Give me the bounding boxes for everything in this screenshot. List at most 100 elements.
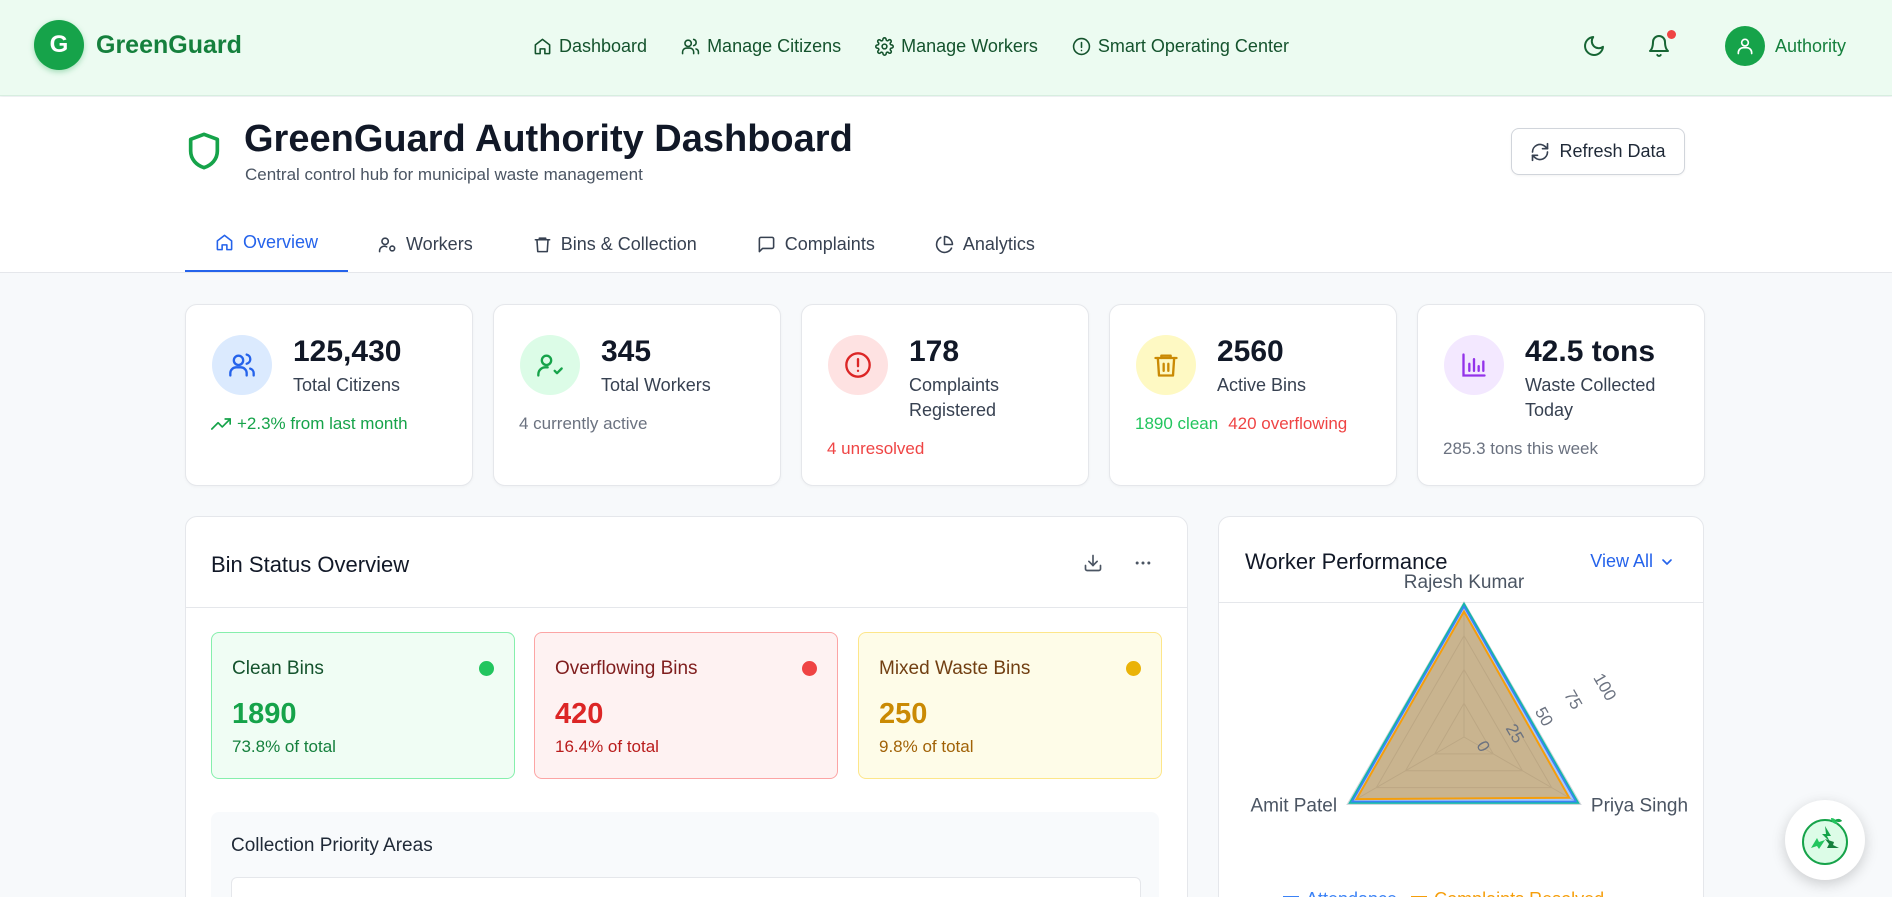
stat-card-waste: 42.5 tons Waste Collected Today 285.3 to… — [1417, 304, 1705, 486]
nav-manage-citizens[interactable]: Manage Citizens — [681, 36, 841, 57]
radar-axis-label: Priya Singh — [1591, 796, 1688, 817]
users-icon — [229, 353, 255, 377]
shield-icon — [188, 132, 220, 170]
trash-icon — [534, 236, 551, 252]
stat-label: Active Bins — [1217, 375, 1307, 395]
stat-icon-wrap — [1136, 335, 1196, 395]
legend-label: Complaints Resolved — [1434, 889, 1604, 897]
stat-label: Total Citizens — [293, 375, 401, 395]
stat-card-workers: 345 Total Workers 4 currently active — [493, 304, 781, 486]
alert-circle-icon — [1072, 37, 1091, 56]
pie-chart-icon — [935, 235, 954, 253]
download-button[interactable] — [1078, 548, 1108, 578]
tab-workers[interactable]: Workers — [348, 215, 503, 273]
bin-card-label: Mixed Waste Bins — [879, 658, 1031, 679]
notifications-button[interactable] — [1639, 26, 1679, 66]
stat-foot: 1890 clean 420 overflowing — [1135, 414, 1347, 434]
stat-foot: 4 unresolved — [827, 439, 925, 458]
nav-actions: Authority — [1574, 26, 1846, 66]
status-dot — [479, 661, 494, 676]
radar-tick-label: 75 — [1560, 687, 1586, 713]
theme-toggle-button[interactable] — [1574, 26, 1614, 66]
top-navbar: G GreenGuard Dashboard Manage Citizens M… — [0, 0, 1892, 96]
stat-value: 2560 — [1217, 335, 1284, 368]
page-title: GreenGuard Authority Dashboard — [244, 118, 853, 160]
tab-analytics-label: Analytics — [962, 233, 1035, 254]
tab-workers-label: Workers — [406, 233, 473, 254]
eco-assistant-button[interactable] — [1785, 800, 1865, 880]
bin-card-value: 250 — [879, 698, 928, 730]
bin-card-value: 420 — [555, 698, 604, 730]
nav-dashboard-label: Dashboard — [559, 36, 648, 56]
tab-overview-label: Overview — [243, 232, 319, 252]
clean-bins-card[interactable]: Clean Bins 1890 73.8% of total — [211, 632, 515, 779]
logo-badge: G — [34, 20, 84, 70]
legend-item-attendance[interactable]: Attendance — [1283, 889, 1397, 897]
radar-series — [1348, 601, 1580, 804]
section-title: Collection Priority Areas — [231, 835, 433, 856]
stat-value: 42.5 tons — [1525, 335, 1656, 368]
nav-dashboard[interactable]: Dashboard — [533, 36, 647, 57]
message-square-icon — [758, 236, 775, 252]
bin-card-percent: 16.4% of total — [555, 737, 659, 756]
user-name: Authority — [1774, 35, 1846, 56]
status-dot — [802, 661, 817, 676]
page-subtitle: Central control hub for municipal waste … — [245, 165, 643, 184]
bin-card-percent: 9.8% of total — [879, 737, 974, 756]
stat-label: Complaints Registered — [909, 375, 1000, 420]
bin-card-label: Overflowing Bins — [555, 658, 698, 679]
status-dot — [1126, 661, 1141, 676]
download-icon — [1084, 554, 1102, 572]
bin-status-panel: Bin Status Overview Clean Bins 1890 73.8… — [185, 516, 1188, 897]
brand-logo[interactable]: G GreenGuard — [34, 20, 242, 70]
user-menu[interactable]: Authority — [1724, 26, 1846, 66]
stat-trend: +2.3% from last month — [211, 414, 408, 434]
tab-complaints[interactable]: Complaints — [727, 215, 905, 273]
users-icon — [681, 38, 700, 55]
dashboard-tabs: Overview Workers Bins & Collection Compl… — [185, 215, 1065, 273]
bar-chart-icon — [1462, 353, 1486, 377]
radar-chart: 1007550250 Rajesh KumarPriya SinghAmit P… — [1250, 572, 1688, 817]
tab-overview[interactable]: Overview — [185, 215, 349, 273]
tab-bins-collection-label: Bins & Collection — [560, 233, 697, 254]
radar-axis-label: Amit Patel — [1250, 796, 1337, 817]
nav-smart-operating-center[interactable]: Smart Operating Center — [1072, 36, 1289, 57]
nav-manage-workers[interactable]: Manage Workers — [875, 36, 1038, 57]
collection-priority-section: Collection Priority Areas — [211, 812, 1159, 897]
stat-foot: 285.3 tons this week — [1443, 439, 1598, 458]
gear-icon — [875, 37, 895, 56]
chart-legend: Attendance Complaints Resolved — [1283, 889, 1604, 897]
tabs-divider — [185, 272, 1705, 273]
stat-icon-wrap — [1444, 335, 1504, 395]
recycle-icon — [1802, 818, 1848, 865]
stat-trend-text: +2.3% from last month — [237, 414, 408, 433]
brand-name: GreenGuard — [96, 30, 242, 59]
radar-series-complaints-resolved — [1354, 609, 1571, 801]
radar-tick-label: 100 — [1589, 670, 1620, 704]
worker-performance-panel: Worker Performance View All 100 75 50 25 0 R… — [1218, 516, 1704, 897]
user-check-icon — [537, 354, 563, 377]
bin-card-value: 1890 — [232, 698, 297, 730]
stat-card-bins: 2560 Active Bins 1890 clean 420 overflow… — [1109, 304, 1397, 486]
avatar — [1724, 26, 1765, 66]
user-cog-icon — [378, 236, 396, 252]
stat-card-complaints: 178 Complaints Registered 4 unresolved — [801, 304, 1089, 486]
bin-card-percent: 73.8% of total — [232, 737, 336, 756]
tab-bins-collection[interactable]: Bins & Collection — [503, 215, 727, 273]
moon-icon — [1584, 36, 1604, 56]
clean-bins-count: 1890 clean — [1135, 414, 1219, 433]
overflowing-bins-count: 420 overflowing — [1228, 414, 1348, 433]
mixed-waste-bins-card[interactable]: Mixed Waste Bins 250 9.8% of total — [858, 632, 1162, 779]
trending-up-icon — [211, 418, 231, 430]
legend-item-complaints-resolved[interactable]: Complaints Resolved — [1411, 889, 1604, 897]
home-icon — [534, 38, 551, 55]
priority-list — [231, 877, 1141, 897]
stat-value: 345 — [601, 335, 652, 368]
overflowing-bins-card[interactable]: Overflowing Bins 420 16.4% of total — [534, 632, 838, 779]
stat-card-citizens: 125,430 Total Citizens +2.3% from last m… — [185, 304, 473, 486]
tab-analytics[interactable]: Analytics — [905, 215, 1065, 273]
stat-icon-wrap — [520, 335, 580, 395]
refresh-data-button[interactable]: Refresh Data — [1511, 128, 1685, 175]
notification-badge — [1666, 30, 1676, 39]
more-options-button[interactable] — [1128, 548, 1158, 578]
